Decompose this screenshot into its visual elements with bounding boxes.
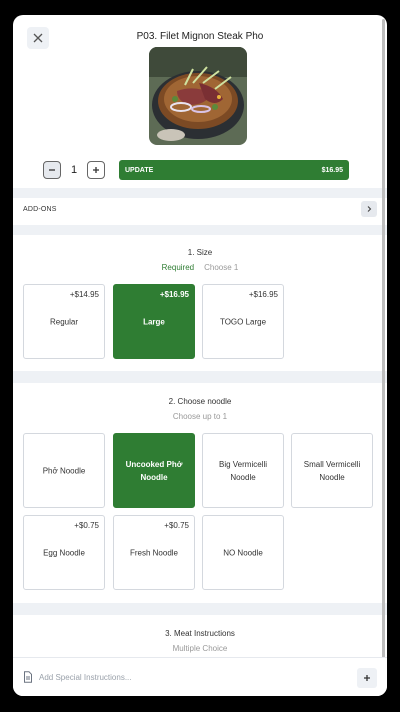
choose-count-label: Choose 1 xyxy=(204,263,239,272)
item-modal: P03. Filet Mignon Steak Pho 1 UPDATE $16… xyxy=(13,15,387,696)
section-divider xyxy=(13,371,387,383)
special-instructions-input[interactable] xyxy=(23,666,348,688)
increase-quantity-button[interactable] xyxy=(87,161,105,179)
noodle-option-fresh[interactable]: +$0.75 Fresh Noodle xyxy=(113,515,195,590)
noodle-option-uncooked-pho[interactable]: Uncooked Phở Noodle xyxy=(113,433,195,508)
option-name: Egg Noodle xyxy=(43,548,85,557)
option-name: Regular xyxy=(49,317,78,326)
option-name: Small Vermicelli Noodle xyxy=(303,459,361,482)
size-option-regular[interactable]: +$14.95 Regular xyxy=(23,284,105,359)
quantity-stepper: 1 xyxy=(43,160,105,180)
addons-expand-button[interactable] xyxy=(361,201,377,217)
noodle-option-egg[interactable]: +$0.75 Egg Noodle xyxy=(23,515,105,590)
size-option-large[interactable]: +$16.95 Large xyxy=(113,284,195,359)
option-name: Phở Noodle xyxy=(42,466,86,475)
update-button[interactable]: UPDATE $16.95 xyxy=(119,160,349,180)
option-price: +$16.95 xyxy=(159,290,189,299)
option-name: Fresh Noodle xyxy=(129,548,179,557)
option-name: Large xyxy=(143,317,165,326)
size-section-title: 1. Size xyxy=(187,248,213,257)
section-divider xyxy=(13,225,387,235)
noodle-option-big-vermicelli[interactable]: Big Vermicelli Noodle xyxy=(202,433,284,508)
required-label: Required xyxy=(161,263,195,272)
modal-scroll-area[interactable]: P03. Filet Mignon Steak Pho 1 UPDATE $16… xyxy=(13,15,387,696)
decrease-quantity-button[interactable] xyxy=(43,161,61,179)
add-special-instructions-button[interactable] xyxy=(357,668,377,688)
option-name: NO Noodle xyxy=(223,548,263,557)
option-name: TOGO Large xyxy=(219,317,267,326)
option-price: +$16.95 xyxy=(248,290,278,299)
plus-icon xyxy=(93,167,99,173)
noodle-section-subtitle: Choose up to 1 xyxy=(172,412,228,421)
option-price: +$0.75 xyxy=(74,521,99,530)
section-divider xyxy=(13,603,387,615)
size-section-subtitle: Required Choose 1 xyxy=(13,263,387,272)
noodle-option-none[interactable]: NO Noodle xyxy=(202,515,284,590)
minus-icon xyxy=(49,169,55,171)
quantity-value: 1 xyxy=(70,164,78,176)
section-divider xyxy=(13,188,387,198)
item-photo xyxy=(149,47,247,145)
noodle-section-title: 2. Choose noodle xyxy=(168,397,232,406)
scrollbar[interactable] xyxy=(382,19,385,659)
noodle-option-small-vermicelli[interactable]: Small Vermicelli Noodle xyxy=(291,433,373,508)
noodle-option-pho[interactable]: Phở Noodle xyxy=(23,433,105,508)
special-instructions-bar xyxy=(13,657,387,696)
update-button-label: UPDATE xyxy=(125,166,154,174)
option-name: Uncooked Phở Noodle xyxy=(125,459,183,482)
addons-row[interactable]: ADD-ONS xyxy=(13,198,387,220)
option-name: Big Vermicelli Noodle xyxy=(218,459,267,482)
addons-label: ADD-ONS xyxy=(23,205,57,213)
update-button-price: $16.95 xyxy=(321,166,343,174)
meat-section-title: 3. Meat Instructions xyxy=(165,629,235,638)
option-price: +$0.75 xyxy=(164,521,189,530)
plus-icon xyxy=(364,675,370,681)
meat-section-subtitle: Multiple Choice xyxy=(172,644,228,653)
item-title: P03. Filet Mignon Steak Pho xyxy=(136,31,264,42)
option-price: +$14.95 xyxy=(69,290,99,299)
size-option-togo-large[interactable]: +$16.95 TOGO Large xyxy=(202,284,284,359)
chevron-right-icon xyxy=(367,206,372,212)
